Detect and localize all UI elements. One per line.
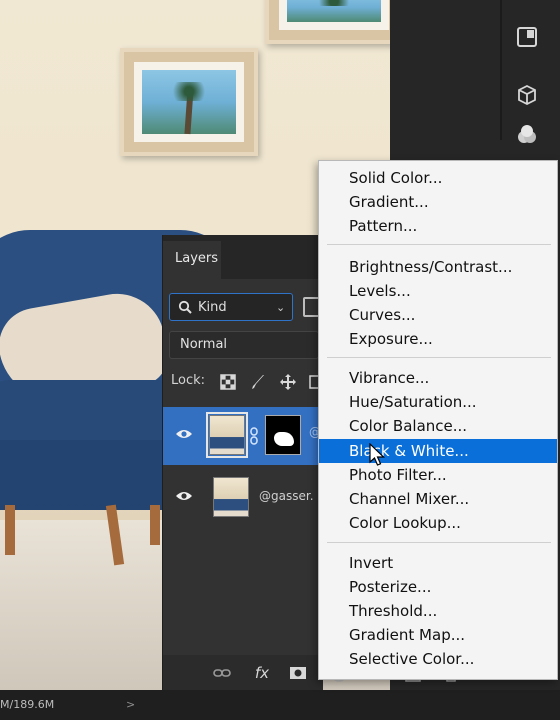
search-icon	[178, 300, 192, 314]
menu-item-color-balance[interactable]: Color Balance...	[319, 414, 557, 438]
menu-item-photo-filter[interactable]: Photo Filter...	[319, 463, 557, 487]
menu-item-gradient[interactable]: Gradient...	[319, 190, 557, 214]
wall-frame-palm	[120, 48, 258, 156]
menu-item-black-white[interactable]: Black & White...	[319, 439, 557, 463]
menu-separator	[327, 357, 551, 358]
fx-icon[interactable]: fx	[253, 664, 271, 682]
eye-icon[interactable]	[175, 489, 193, 503]
cube-icon[interactable]	[512, 80, 542, 110]
menu-item-vibrance[interactable]: Vibrance...	[319, 366, 557, 390]
menu-separator	[327, 542, 551, 543]
menu-item-solid-color[interactable]: Solid Color...	[319, 166, 557, 190]
layer-name: @gasser.	[259, 489, 314, 503]
channels-icon[interactable]	[512, 120, 542, 150]
layer-row[interactable]: @	[163, 407, 323, 465]
layer-thumbnail[interactable]	[213, 477, 249, 517]
lock-position-icon[interactable]	[279, 373, 297, 391]
chain-link-icon[interactable]	[249, 427, 259, 445]
mask-icon[interactable]	[289, 664, 307, 682]
menu-separator	[327, 244, 551, 245]
status-menu-arrow[interactable]: >	[126, 690, 135, 720]
layer-row[interactable]: @gasser.	[163, 469, 323, 527]
menu-item-channel-mixer[interactable]: Channel Mixer...	[319, 487, 557, 511]
menu-item-pattern[interactable]: Pattern...	[319, 214, 557, 238]
menu-item-gradient-map[interactable]: Gradient Map...	[319, 623, 557, 647]
layers-footer: fx	[163, 655, 323, 690]
link-icon[interactable]	[213, 664, 231, 682]
lock-pixels-icon[interactable]	[249, 373, 267, 391]
blend-mode-select[interactable]: Normal	[169, 331, 319, 359]
layer-thumbnail[interactable]	[206, 412, 248, 458]
menu-item-invert[interactable]: Invert	[319, 551, 557, 575]
menu-item-threshold[interactable]: Threshold...	[319, 599, 557, 623]
document-size: M/189.6M	[0, 698, 55, 711]
adjustment-layer-menu: Solid Color... Gradient... Pattern... Br…	[318, 160, 558, 680]
lock-label: Lock:	[171, 373, 206, 388]
menu-item-selective-color[interactable]: Selective Color...	[319, 647, 557, 671]
lock-transparent-icon[interactable]	[219, 373, 237, 391]
filter-kind-label: Kind	[198, 300, 227, 315]
panel-icon[interactable]	[512, 22, 542, 52]
layer-mask-thumbnail[interactable]	[265, 415, 301, 455]
layers-panel: Layers Kind ⌄ Normal Lock: @ @gasser. fx	[162, 235, 323, 690]
menu-item-hue-saturation[interactable]: Hue/Saturation...	[319, 390, 557, 414]
eye-icon[interactable]	[175, 427, 193, 441]
menu-item-brightness-contrast[interactable]: Brightness/Contrast...	[319, 255, 557, 279]
layer-filter-select[interactable]: Kind ⌄	[169, 293, 293, 321]
menu-item-color-lookup[interactable]: Color Lookup...	[319, 511, 557, 535]
menu-item-levels[interactable]: Levels...	[319, 279, 557, 303]
chevron-down-icon: ⌄	[276, 301, 286, 314]
status-bar: M/189.6M >	[0, 690, 560, 720]
tab-layers[interactable]: Layers	[163, 241, 221, 279]
wall-frame-top	[265, 0, 390, 44]
menu-item-exposure[interactable]: Exposure...	[319, 327, 557, 351]
menu-item-curves[interactable]: Curves...	[319, 303, 557, 327]
menu-item-posterize[interactable]: Posterize...	[319, 575, 557, 599]
mouse-cursor-icon	[369, 443, 385, 466]
